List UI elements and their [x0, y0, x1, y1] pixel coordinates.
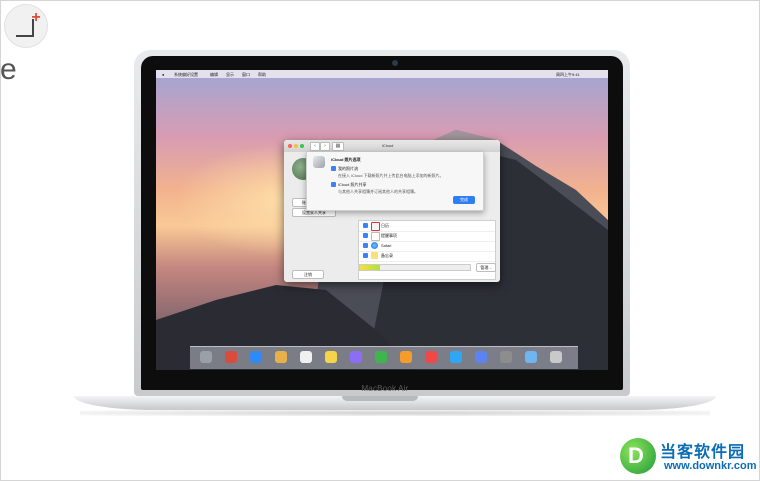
- menu-item[interactable]: 帮助: [258, 72, 266, 78]
- site-logo: D: [620, 438, 656, 474]
- messages-icon[interactable]: [375, 351, 387, 363]
- side-letter: e: [0, 53, 17, 86]
- manage-button[interactable]: 管理...: [476, 263, 496, 272]
- safari-icon: [371, 242, 378, 249]
- icloud-window: ‹ › ▦ iCloud 账户详细信息 设置家人共享 注销 日历 提醒事项 Sa: [284, 140, 500, 282]
- photos-options-sheet: iCloud 照片选项 我的照片流 在接入 iCloud 下载新照片并上传此台电…: [306, 152, 484, 211]
- finder-icon[interactable]: [200, 351, 212, 363]
- menubar-clock[interactable]: 周四上午9:41: [556, 72, 580, 78]
- contacts-icon[interactable]: [275, 351, 287, 363]
- photos-app-icon: [313, 156, 325, 168]
- menu-item[interactable]: 显示: [226, 72, 234, 78]
- option-label: 我的照片流: [338, 166, 358, 171]
- menu-item[interactable]: 编辑: [210, 72, 218, 78]
- menu-bar: ● 系统偏好设置 编辑 显示 窗口 帮助 周四上午9:41: [156, 70, 608, 78]
- sheet-title: iCloud 照片选项: [331, 157, 361, 162]
- photos-icon[interactable]: [400, 351, 412, 363]
- safari-icon[interactable]: [250, 351, 262, 363]
- appstore-icon[interactable]: [450, 351, 462, 363]
- laptop-shadow: [80, 410, 710, 416]
- checkbox[interactable]: [363, 253, 368, 258]
- list-item-label: 日历: [381, 223, 389, 228]
- option-description: 与其他人共享相簿并订阅其他人的共享相簿。: [338, 189, 418, 194]
- my-photo-stream-checkbox[interactable]: [331, 166, 336, 171]
- apple-icon[interactable]: ●: [162, 72, 164, 77]
- window-titlebar: ‹ › ▦ iCloud: [284, 140, 500, 152]
- notes-icon: [371, 252, 378, 259]
- minimize-icon[interactable]: [294, 144, 298, 148]
- close-icon[interactable]: [288, 144, 292, 148]
- add-to-board-icon[interactable]: +: [4, 4, 48, 48]
- list-item-label: 提醒事项: [381, 233, 397, 238]
- laptop-notch: [342, 396, 418, 401]
- music-icon[interactable]: [425, 351, 437, 363]
- watermark-url: www.downkr.com: [664, 460, 757, 472]
- menu-item[interactable]: 窗口: [242, 72, 250, 78]
- done-button[interactable]: 完成: [453, 196, 475, 204]
- storage-bar-fill: [360, 265, 380, 270]
- zoom-icon[interactable]: [300, 144, 304, 148]
- laptop-screen: ● 系统偏好设置 编辑 显示 窗口 帮助 周四上午9:41 ‹ › ▦ iClo…: [156, 70, 608, 370]
- preferences-icon[interactable]: [500, 351, 512, 363]
- option-label: iCloud 照片共享: [338, 182, 367, 187]
- icloud-photo-sharing-checkbox[interactable]: [331, 182, 336, 187]
- notes-icon[interactable]: [325, 351, 337, 363]
- list-item[interactable]: 备忘录: [359, 251, 495, 262]
- site-watermark: D 当客软件园 www.downkr.com: [620, 438, 760, 478]
- calendar-icon: [371, 222, 380, 231]
- laptop-model-label: MacBook Air: [361, 384, 409, 393]
- checkbox[interactable]: [363, 243, 368, 248]
- list-item-label: 备忘录: [381, 253, 393, 258]
- sign-out-button[interactable]: 注销: [292, 270, 324, 279]
- trash-icon[interactable]: [550, 351, 562, 363]
- launchpad-icon[interactable]: [225, 351, 237, 363]
- ibooks-icon[interactable]: [475, 351, 487, 363]
- option-description: 在接入 iCloud 下载新照片并上传此台电脑上添加的新照片。: [338, 173, 444, 178]
- menu-item[interactable]: 系统偏好设置: [174, 72, 198, 78]
- downloads-icon[interactable]: [525, 351, 537, 363]
- checkbox[interactable]: [363, 233, 368, 238]
- back-button[interactable]: ‹: [310, 142, 320, 151]
- window-title: iCloud: [382, 143, 394, 148]
- checkbox[interactable]: [363, 223, 368, 228]
- reminders-icon: [371, 232, 380, 241]
- dock: [190, 346, 578, 369]
- forward-button[interactable]: ›: [320, 142, 330, 151]
- show-all-button[interactable]: ▦: [332, 142, 344, 151]
- watermark-title: 当客软件园: [660, 444, 746, 461]
- storage-bar: [359, 264, 471, 271]
- calendar-icon[interactable]: [300, 351, 312, 363]
- list-item-label: Safari: [381, 243, 392, 248]
- camera-icon: [392, 60, 398, 66]
- maps-icon[interactable]: [350, 351, 362, 363]
